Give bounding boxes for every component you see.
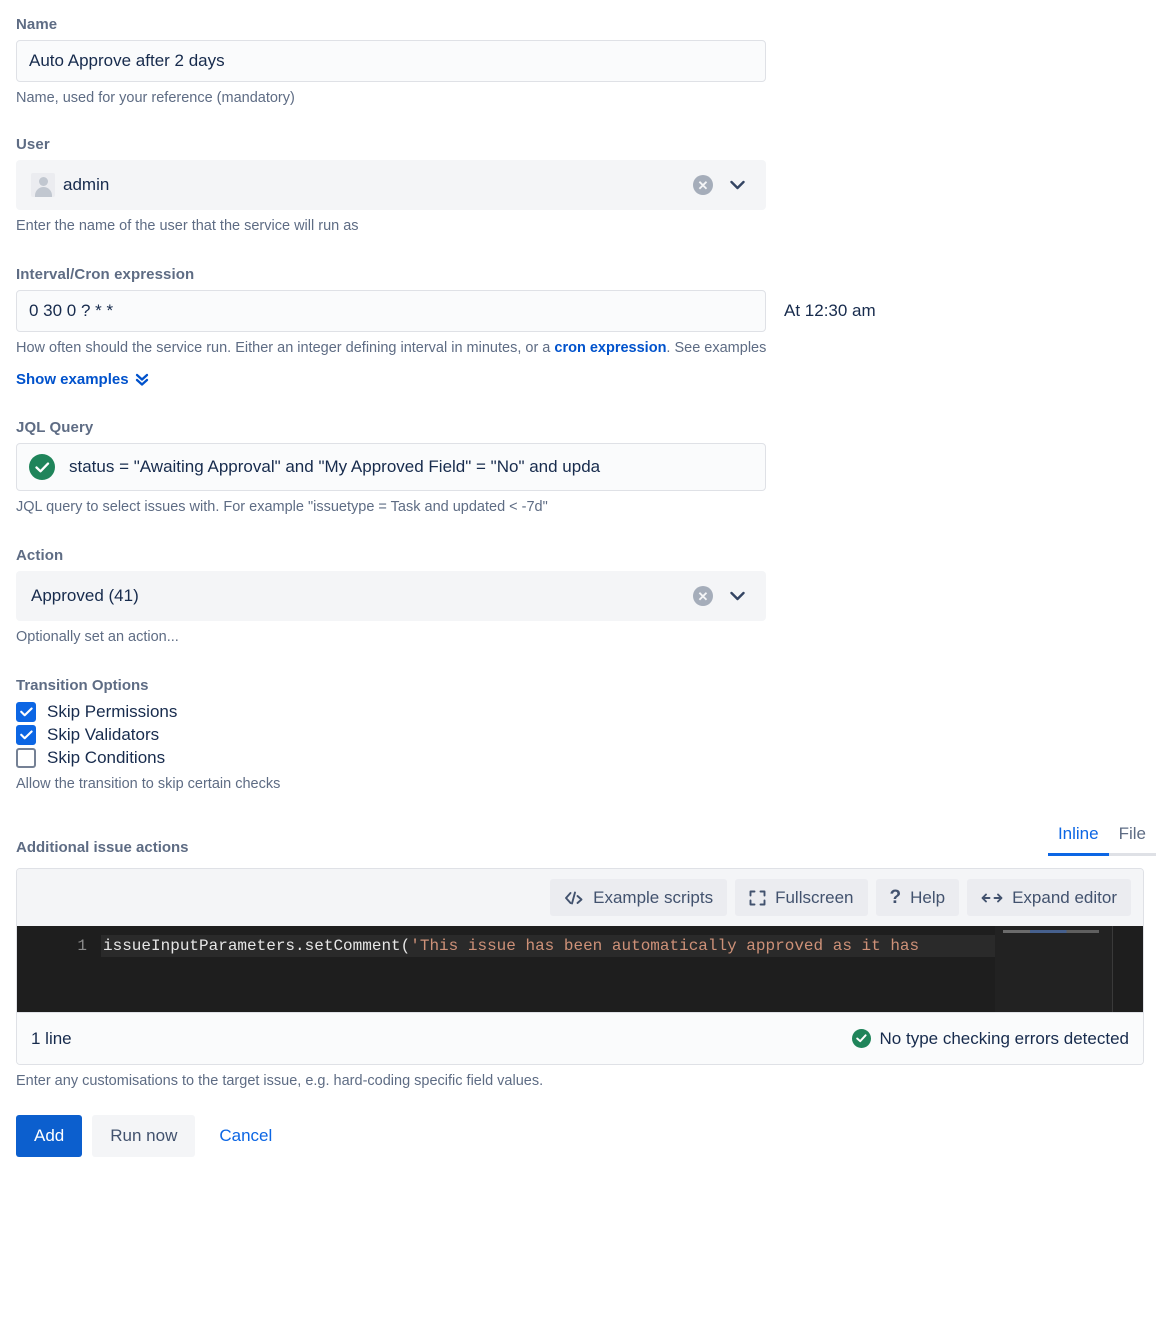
code-line-1: issueInputParameters.setComment('This is… bbox=[101, 935, 1009, 957]
expand-editor-button[interactable]: Expand editor bbox=[967, 879, 1131, 916]
question-mark-icon: ? bbox=[889, 887, 902, 908]
skip-conditions-checkbox[interactable] bbox=[16, 748, 36, 768]
editor-tabs: Inline File bbox=[1047, 824, 1156, 856]
cancel-button[interactable]: Cancel bbox=[205, 1115, 286, 1157]
code-tags-icon bbox=[564, 890, 584, 906]
action-chevron-down-icon[interactable] bbox=[729, 588, 745, 604]
user-select-value: admin bbox=[31, 173, 693, 197]
action-select[interactable]: Approved (41) ✕ bbox=[16, 571, 766, 621]
help-button[interactable]: ? Help bbox=[875, 879, 960, 916]
name-input[interactable]: Auto Approve after 2 days bbox=[16, 40, 766, 82]
user-select[interactable]: admin ✕ bbox=[16, 160, 766, 210]
line-number-gutter: 1 bbox=[17, 926, 101, 1012]
fullscreen-label: Fullscreen bbox=[775, 887, 854, 907]
action-field-group: Action Approved (41) ✕ Optionally set an… bbox=[16, 547, 1156, 647]
user-help-text: Enter the name of the user that the serv… bbox=[16, 218, 359, 234]
run-now-button[interactable]: Run now bbox=[92, 1115, 196, 1157]
jql-field-group: JQL Query status = "Awaiting Approval" a… bbox=[16, 419, 1156, 517]
skip-validators-checkbox[interactable] bbox=[16, 725, 36, 745]
tab-file[interactable]: File bbox=[1108, 824, 1156, 856]
action-help-text: Optionally set an action... bbox=[16, 629, 179, 645]
additional-actions-help-text: Enter any customisations to the target i… bbox=[16, 1073, 544, 1089]
cron-input-value: 0 30 0 ? * * bbox=[29, 301, 114, 320]
code-editor-area[interactable]: 1 issueInputParameters.setComment('This … bbox=[17, 926, 1143, 1012]
tab-inline[interactable]: Inline bbox=[1047, 824, 1109, 856]
expand-editor-label: Expand editor bbox=[1012, 887, 1117, 907]
example-scripts-button[interactable]: Example scripts bbox=[550, 879, 728, 916]
name-field-group: Name Auto Approve after 2 days Name, use… bbox=[16, 16, 1156, 108]
user-field-group: User admin ✕ Enter the name of the user … bbox=[16, 136, 1156, 236]
name-help-text: Name, used for your reference (mandatory… bbox=[16, 90, 295, 106]
name-label: Name bbox=[16, 16, 58, 33]
user-clear-icon[interactable]: ✕ bbox=[693, 175, 713, 195]
script-editor: Example scripts Fullscreen ? Help Expand… bbox=[16, 868, 1144, 1065]
cron-description: At 12:30 am bbox=[784, 301, 876, 320]
cron-help-prefix: How often should the service run. Either… bbox=[16, 340, 555, 356]
minimap-line bbox=[1003, 930, 1099, 933]
cron-row: 0 30 0 ? * * At 12:30 am bbox=[16, 290, 1156, 332]
editor-status-bar: 1 line No type checking errors detected bbox=[17, 1012, 1143, 1064]
transition-options-help-text: Allow the transition to skip certain che… bbox=[16, 776, 281, 792]
user-select-text: admin bbox=[63, 175, 110, 194]
line-count-label: 1 line bbox=[31, 1028, 72, 1048]
user-chevron-down-icon[interactable] bbox=[729, 177, 745, 193]
cron-input[interactable]: 0 30 0 ? * * bbox=[16, 290, 766, 332]
jql-help-text: JQL query to select issues with. For exa… bbox=[16, 499, 548, 515]
double-chevron-down-icon bbox=[135, 372, 149, 387]
add-button[interactable]: Add bbox=[16, 1115, 83, 1157]
additional-actions-header: Additional issue actions Inline File bbox=[16, 824, 1156, 856]
service-form: Name Auto Approve after 2 days Name, use… bbox=[0, 0, 1172, 1157]
editor-toolbar: Example scripts Fullscreen ? Help Expand… bbox=[17, 869, 1143, 926]
user-label: User bbox=[16, 136, 50, 153]
checkbox-row-skip-conditions[interactable]: Skip Conditions bbox=[16, 748, 1156, 768]
example-scripts-label: Example scripts bbox=[593, 887, 714, 907]
additional-actions-label: Additional issue actions bbox=[16, 839, 189, 856]
action-select-value: Approved (41) bbox=[31, 586, 139, 605]
type-check-status: No type checking errors detected bbox=[851, 1028, 1129, 1049]
jql-input[interactable]: status = "Awaiting Approval" and "My App… bbox=[16, 443, 766, 491]
checkbox-row-skip-permissions[interactable]: Skip Permissions bbox=[16, 702, 1156, 722]
skip-validators-label: Skip Validators bbox=[47, 725, 160, 744]
user-avatar-icon bbox=[31, 173, 55, 197]
transition-options-label: Transition Options bbox=[16, 677, 149, 694]
cron-expression-link[interactable]: cron expression bbox=[554, 340, 666, 356]
name-input-value: Auto Approve after 2 days bbox=[29, 51, 225, 70]
show-examples-label: Show examples bbox=[16, 371, 129, 388]
help-label: Help bbox=[910, 887, 946, 907]
form-actions: Add Run now Cancel bbox=[16, 1115, 1156, 1157]
line-number: 1 bbox=[77, 937, 87, 955]
cron-help-text: How often should the service run. Either… bbox=[16, 339, 1156, 358]
action-label: Action bbox=[16, 547, 64, 564]
additional-issue-actions-group: Additional issue actions Inline File Exa… bbox=[16, 824, 1156, 1091]
jql-label: JQL Query bbox=[16, 419, 94, 436]
jql-check-circle-icon bbox=[29, 454, 55, 480]
code-token-string: 'This issue has been automatically appro… bbox=[410, 937, 920, 955]
transition-options-group: Transition Options Skip Permissions Skip… bbox=[16, 677, 1156, 794]
type-check-status-label: No type checking errors detected bbox=[879, 1028, 1129, 1048]
fullscreen-button[interactable]: Fullscreen bbox=[735, 879, 868, 916]
cron-help-suffix: . See examples bbox=[666, 340, 767, 356]
editor-minimap[interactable] bbox=[995, 926, 1113, 1012]
show-examples-link[interactable]: Show examples bbox=[16, 371, 149, 388]
code-token-plain: issueInputParameters.setComment( bbox=[103, 937, 411, 955]
code-content[interactable]: issueInputParameters.setComment('This is… bbox=[101, 926, 1143, 1012]
jql-input-value: status = "Awaiting Approval" and "My App… bbox=[69, 457, 601, 476]
cron-label: Interval/Cron expression bbox=[16, 266, 195, 283]
status-check-circle-icon bbox=[851, 1029, 871, 1048]
skip-conditions-label: Skip Conditions bbox=[47, 748, 166, 767]
arrows-horizontal-icon bbox=[981, 891, 1003, 905]
checkbox-row-skip-validators[interactable]: Skip Validators bbox=[16, 725, 1156, 745]
cron-field-group: Interval/Cron expression 0 30 0 ? * * At… bbox=[16, 266, 1156, 389]
fullscreen-icon bbox=[749, 890, 766, 906]
skip-permissions-checkbox[interactable] bbox=[16, 702, 36, 722]
action-clear-icon[interactable]: ✕ bbox=[693, 586, 713, 606]
skip-permissions-label: Skip Permissions bbox=[47, 702, 178, 721]
